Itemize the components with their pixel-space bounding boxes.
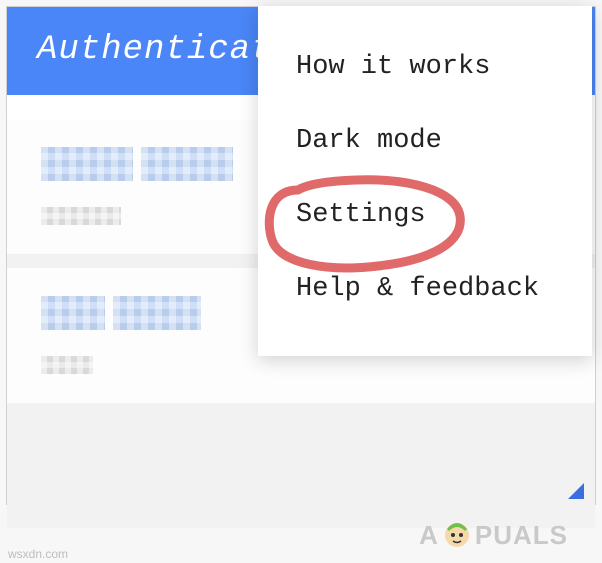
resize-corner-icon [568,483,584,499]
menu-item-how-it-works[interactable]: How it works [258,30,592,104]
source-label: wsxdn.com [8,547,68,561]
menu-item-help-feedback[interactable]: Help & feedback [258,252,592,326]
account-label-obscured [41,356,93,374]
overflow-menu: How it works Dark mode Settings Help & f… [258,6,592,356]
menu-item-dark-mode[interactable]: Dark mode [258,104,592,178]
watermark-prefix: A [419,520,439,551]
account-label-obscured [41,207,121,225]
mascot-icon [441,519,473,551]
watermark: A PUALS [419,507,568,563]
watermark-suffix: PUALS [475,520,568,551]
menu-item-settings[interactable]: Settings [258,178,592,252]
